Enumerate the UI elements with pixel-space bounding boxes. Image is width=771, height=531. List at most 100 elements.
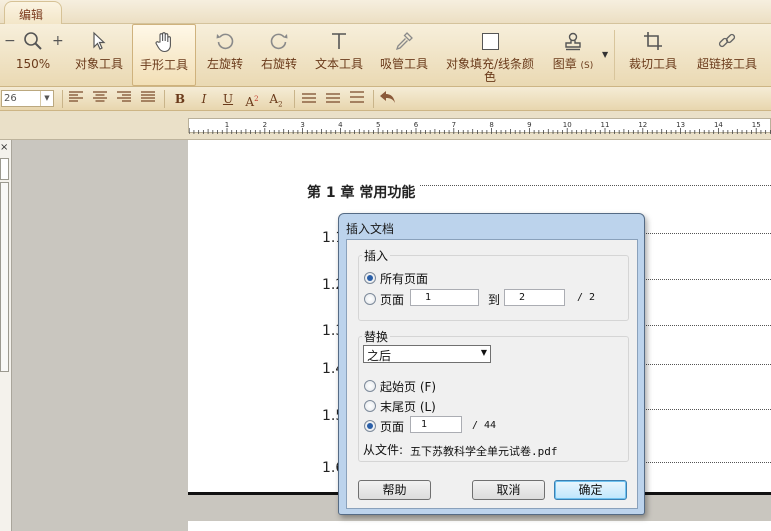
rotate-left-button[interactable]: 左旋转 — [198, 24, 252, 86]
horizontal-ruler: 1 2 3 4 5 6 7 8 9 10 11 12 13 14 15 — [188, 118, 771, 134]
document-page-next — [188, 521, 771, 531]
toc-leader — [420, 185, 771, 186]
object-tool-label: 对象工具 — [74, 57, 123, 71]
text-tool-label: 文本工具 — [314, 57, 363, 71]
format-separator — [294, 90, 295, 108]
align-right-icon[interactable] — [114, 90, 134, 108]
pdf-editor-window: 编辑 − + 150% 对象工具 手形工具 左旋转 右旋转 文本工具 吸管工具 … — [0, 0, 771, 531]
from-page-input[interactable]: 1 — [410, 289, 479, 306]
insert-group-title: 插入 — [362, 247, 391, 264]
from-file-value: 五下苏教科学全单元试卷.pdf — [410, 445, 558, 458]
italic-button[interactable]: I — [194, 90, 214, 108]
cursor-arrow-icon — [93, 31, 106, 50]
dialog-title: 插入文档 — [346, 222, 395, 236]
tab-edit[interactable]: 编辑 — [4, 1, 62, 24]
help-button[interactable]: 帮助 — [358, 480, 431, 500]
rotate-right-button[interactable]: 右旋转 — [252, 24, 306, 86]
to-page-input[interactable]: 2 — [504, 289, 565, 306]
chevron-down-icon: ▼ — [40, 91, 53, 106]
position-select[interactable]: 之后 ▼ — [363, 345, 491, 363]
ruler-label: 12 — [638, 121, 647, 129]
page-range-label: 页面 — [380, 293, 405, 307]
zoom-out-icon[interactable]: − — [4, 33, 16, 49]
underline-button[interactable]: U — [218, 90, 238, 108]
color-square-icon — [481, 32, 499, 50]
superscript-letter: A — [245, 95, 255, 109]
ruler-label: 15 — [752, 121, 761, 129]
rotate-left-label: 左旋转 — [206, 57, 243, 71]
ruler-label: 14 — [714, 121, 723, 129]
ruler-label: 7 — [452, 121, 456, 129]
end-page-radio[interactable] — [364, 400, 376, 412]
ruler-ticks: 1 2 3 4 5 6 7 8 9 10 11 12 13 14 15 — [188, 121, 771, 134]
toc-leader — [646, 325, 771, 326]
toc-leader — [646, 462, 771, 463]
all-pages-radio[interactable] — [364, 272, 376, 284]
list-icon[interactable] — [299, 90, 319, 108]
ruler-label: 6 — [414, 121, 419, 129]
start-page-text: 起始页 (F) — [380, 380, 437, 394]
cancel-button[interactable]: 取消 — [472, 480, 545, 500]
side-panel-input[interactable] — [0, 158, 9, 180]
ribbon-toolbar: − + 150% 对象工具 手形工具 左旋转 右旋转 文本工具 吸管工具 对象填… — [0, 24, 771, 87]
subscript-button[interactable]: A2 — [266, 90, 286, 108]
zoom-level[interactable]: 150% — [0, 58, 66, 71]
format-separator — [373, 90, 374, 108]
undo-icon[interactable] — [378, 90, 398, 108]
to-page-value: 2 — [519, 292, 526, 303]
target-page-input[interactable]: 1 — [410, 416, 462, 433]
superscript-button[interactable]: A2 — [242, 90, 262, 109]
text-tool-button[interactable]: 文本工具 — [308, 24, 370, 86]
ruler-label: 3 — [300, 121, 304, 129]
eyedropper-tool-button[interactable]: 吸管工具 — [372, 24, 436, 86]
eyedropper-tool-label: 吸管工具 — [379, 57, 428, 71]
crop-tool-label: 裁切工具 — [628, 57, 677, 71]
position-select-value: 之后 — [367, 349, 392, 363]
justify-icon[interactable] — [138, 90, 158, 108]
stamp-button[interactable]: 图章 (S) — [544, 24, 602, 86]
hand-tool-label: 手形工具 — [139, 58, 188, 72]
close-icon[interactable]: × — [0, 142, 8, 153]
ruler-label: 4 — [338, 121, 343, 129]
stamp-icon — [565, 32, 581, 51]
stamp-dropdown-arrow[interactable]: ▼ — [602, 50, 608, 59]
zoom-group: − + 150% — [0, 24, 66, 86]
rotate-right-label: 右旋转 — [260, 57, 297, 71]
ruler-label: 2 — [263, 121, 267, 129]
align-center-icon[interactable] — [90, 90, 110, 108]
object-tool-button[interactable]: 对象工具 — [66, 24, 132, 86]
bold-button[interactable]: B — [170, 90, 190, 108]
dialog-body: 插入 所有页面 页面 1 到 2 / 2 替换 之后 ▼ 起始页 (F) 末尾页 … — [346, 239, 638, 509]
insert-group — [358, 255, 629, 321]
start-page-radio[interactable] — [364, 380, 376, 392]
start-page-label: 起始页 (F) — [380, 378, 436, 395]
from-file-label: 从文件: — [363, 443, 404, 457]
hyperlink-tool-button[interactable]: 超链接工具 — [690, 24, 764, 86]
ruler-label: 9 — [527, 121, 531, 129]
insert-document-dialog: 插入文档 插入 所有页面 页面 1 到 2 / 2 替换 之后 ▼ 起始页 (F)… — [338, 213, 645, 515]
to-label: 到 — [488, 293, 501, 307]
rotate-right-icon — [270, 33, 288, 50]
side-panel-scrollbar[interactable] — [0, 182, 9, 372]
page-range-radio[interactable] — [364, 293, 376, 305]
align-left-icon[interactable] — [66, 90, 86, 108]
toc-leader — [646, 409, 771, 410]
fill-line-color-button[interactable]: 对象填充/线条颜 色 — [438, 24, 542, 86]
text-t-icon — [332, 33, 346, 49]
chevron-down-icon: ▼ — [480, 348, 487, 357]
zoom-in-icon[interactable]: + — [52, 33, 64, 49]
font-size-value: 26 — [4, 93, 17, 104]
stamp-shortcut: (S) — [580, 61, 594, 71]
font-size-select[interactable]: 26 ▼ — [1, 90, 54, 107]
line-spacing-icon[interactable] — [323, 90, 343, 108]
hand-tool-button[interactable]: 手形工具 — [132, 24, 196, 86]
target-page-radio[interactable] — [364, 420, 376, 432]
ruler-label: 11 — [601, 121, 610, 129]
crop-tool-button[interactable]: 裁切工具 — [622, 24, 684, 86]
paragraph-spacing-icon[interactable] — [347, 90, 367, 108]
toc-leader — [646, 233, 771, 234]
ok-button[interactable]: 确定 — [554, 480, 627, 500]
eyedropper-icon — [395, 32, 413, 51]
zoom-magnifier-icon[interactable] — [23, 31, 43, 51]
rotate-left-icon — [216, 33, 234, 50]
